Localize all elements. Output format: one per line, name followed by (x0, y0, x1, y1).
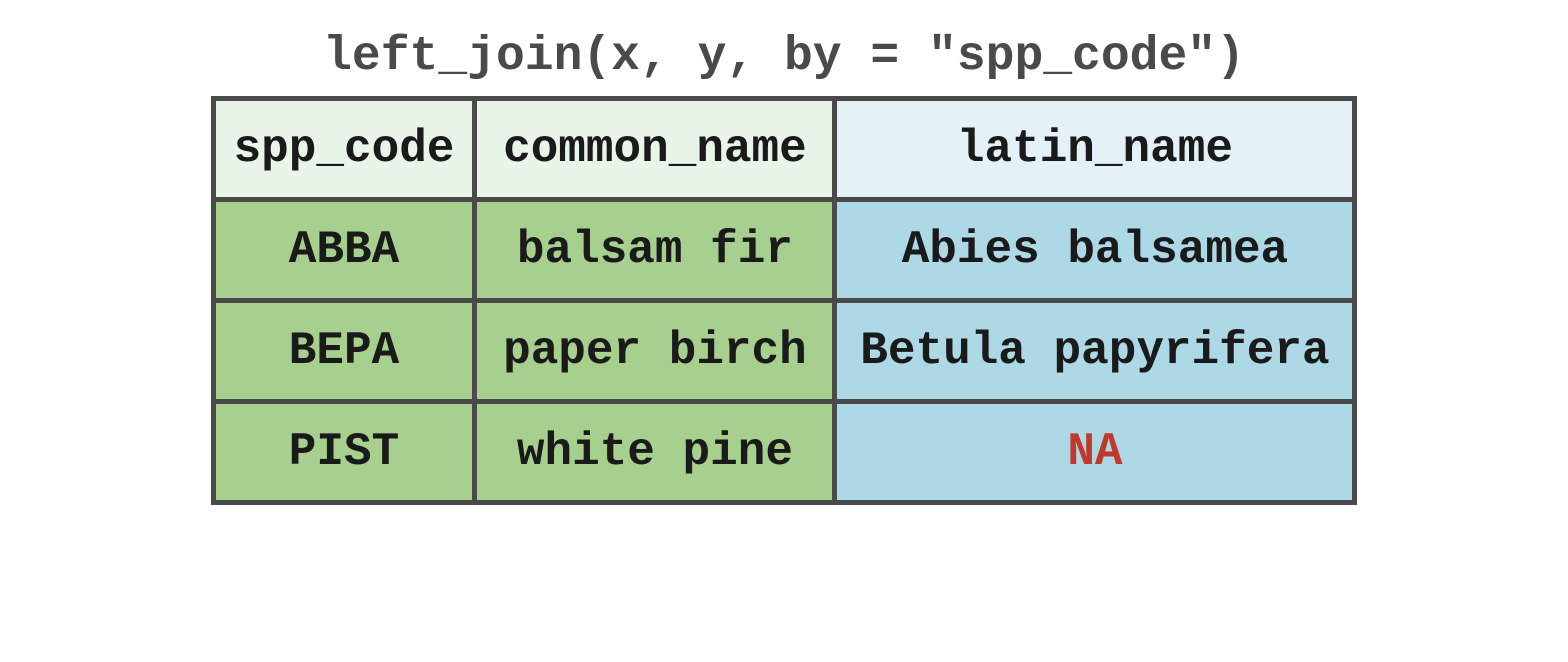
table-row: BEPA paper birch Betula papyrifera (213, 301, 1355, 402)
cell-common-name: paper birch (475, 301, 835, 402)
cell-spp-code: ABBA (213, 200, 475, 301)
na-value: NA (1067, 426, 1122, 478)
cell-latin-name: Abies balsamea (835, 200, 1355, 301)
table-row: ABBA balsam fir Abies balsamea (213, 200, 1355, 301)
cell-common-name: balsam fir (475, 200, 835, 301)
cell-latin-name-na: NA (835, 402, 1355, 503)
table-row: PIST white pine NA (213, 402, 1355, 503)
cell-latin-name: Betula papyrifera (835, 301, 1355, 402)
header-latin-name: latin_name (835, 99, 1355, 200)
cell-spp-code: BEPA (213, 301, 475, 402)
header-spp-code: spp_code (213, 99, 475, 200)
join-result-table: spp_code common_name latin_name ABBA bal… (211, 96, 1358, 505)
cell-spp-code: PIST (213, 402, 475, 503)
code-title: left_join(x, y, by = "spp_code") (323, 30, 1245, 84)
table-header-row: spp_code common_name latin_name (213, 99, 1355, 200)
header-common-name: common_name (475, 99, 835, 200)
cell-common-name: white pine (475, 402, 835, 503)
